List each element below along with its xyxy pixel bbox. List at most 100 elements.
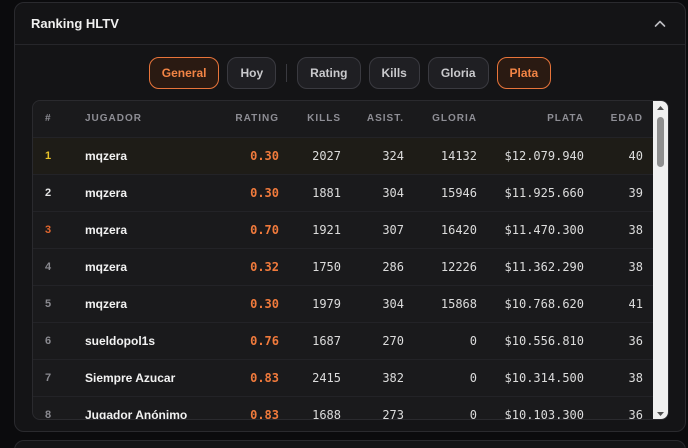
table-row[interactable]: 7 Siempre Azucar 0.83 2415 382 0 $10.314… (33, 359, 655, 396)
row-age: 38 (628, 223, 643, 237)
row-glory: 12226 (440, 260, 477, 274)
row-player[interactable]: Jugador Anónimo (85, 397, 225, 419)
row-rank: 3 (45, 224, 52, 236)
filter-rating-button[interactable]: Rating (297, 57, 361, 89)
row-glory: 16420 (440, 223, 477, 237)
row-assists: 382 (382, 371, 404, 385)
row-rank: 7 (45, 372, 52, 384)
row-glory: 15946 (440, 186, 477, 200)
ranking-panel: Ranking HLTV General Hoy Rating Kills Gl… (14, 2, 686, 432)
filter-plata-button[interactable]: Plata (496, 57, 552, 89)
header-kills[interactable]: KILLS (307, 101, 341, 137)
filter-gloria-button[interactable]: Gloria (427, 57, 489, 89)
row-kills: 1881 (312, 186, 341, 200)
triangle-up-icon (657, 106, 664, 110)
filter-bar: General Hoy Rating Kills Gloria Plata (15, 57, 685, 89)
table-row[interactable]: 3 mqzera 0.70 1921 307 16420 $11.470.300… (33, 211, 655, 248)
row-assists: 307 (382, 223, 404, 237)
table-header: # JUGADOR RATING KILLS ASIST. GLORIA PLA… (33, 101, 655, 137)
row-player[interactable]: sueldopol1s (85, 323, 225, 360)
triangle-down-icon (657, 412, 664, 416)
row-glory: 15868 (440, 297, 477, 311)
row-glory: 0 (469, 408, 477, 420)
row-glory: 14132 (440, 149, 477, 163)
scroll-thumb[interactable] (657, 117, 664, 167)
row-money: $10.103.300 (504, 408, 584, 420)
row-rank: 4 (45, 261, 52, 273)
row-assists: 304 (382, 297, 404, 311)
header-rating[interactable]: RATING (235, 101, 279, 137)
filter-divider (286, 64, 288, 82)
row-rating: 0.76 (250, 334, 279, 348)
row-age: 36 (628, 334, 643, 348)
table-row[interactable]: 2 mqzera 0.30 1881 304 15946 $11.925.660… (33, 174, 655, 211)
collapse-button[interactable] (651, 15, 669, 33)
row-rank: 1 (45, 150, 52, 162)
row-rating: 0.30 (250, 186, 279, 200)
header-money[interactable]: PLATA (547, 101, 584, 137)
row-rating: 0.70 (250, 223, 279, 237)
row-assists: 324 (382, 149, 404, 163)
row-age: 38 (628, 260, 643, 274)
row-player[interactable]: Siempre Azucar (85, 360, 225, 397)
row-assists: 304 (382, 186, 404, 200)
table-row[interactable]: 1 mqzera 0.30 2027 324 14132 $12.079.940… (33, 137, 655, 174)
row-kills: 1687 (312, 334, 341, 348)
header-player[interactable]: JUGADOR (85, 101, 225, 137)
table-row[interactable]: 6 sueldopol1s 0.76 1687 270 0 $10.556.81… (33, 322, 655, 359)
row-player[interactable]: mqzera (85, 175, 225, 212)
row-rating: 0.32 (250, 260, 279, 274)
row-player[interactable]: mqzera (85, 138, 225, 175)
table-scrollbar[interactable] (653, 101, 668, 419)
chevron-up-icon (654, 20, 666, 27)
next-panel (14, 440, 686, 448)
row-money: $12.079.940 (504, 149, 584, 163)
filter-kills-button[interactable]: Kills (368, 57, 420, 89)
panel-title: Ranking HLTV (31, 16, 119, 31)
row-glory: 0 (469, 334, 477, 348)
row-glory: 0 (469, 371, 477, 385)
table-row[interactable]: 5 mqzera 0.30 1979 304 15868 $10.768.620… (33, 285, 655, 322)
scroll-up-button[interactable] (653, 101, 668, 115)
row-money: $11.925.660 (504, 186, 584, 200)
ranking-table: # JUGADOR RATING KILLS ASIST. GLORIA PLA… (32, 100, 669, 420)
table-body: 1 mqzera 0.30 2027 324 14132 $12.079.940… (33, 137, 655, 420)
row-rank: 5 (45, 298, 52, 310)
header-assists[interactable]: ASIST. (367, 101, 404, 137)
row-age: 40 (628, 149, 643, 163)
row-kills: 1979 (312, 297, 341, 311)
header-age[interactable]: EDAD (611, 101, 643, 137)
scroll-down-button[interactable] (653, 407, 668, 419)
filter-general-button[interactable]: General (148, 57, 220, 89)
row-rating: 0.83 (250, 408, 279, 420)
table-row[interactable]: 4 mqzera 0.32 1750 286 12226 $11.362.290… (33, 248, 655, 285)
row-rating: 0.83 (250, 371, 279, 385)
row-player[interactable]: mqzera (85, 212, 225, 249)
row-kills: 2027 (312, 149, 341, 163)
row-kills: 1750 (312, 260, 341, 274)
row-kills: 1688 (312, 408, 341, 420)
row-money: $11.470.300 (504, 223, 584, 237)
row-rating: 0.30 (250, 297, 279, 311)
row-assists: 286 (382, 260, 404, 274)
table-row[interactable]: 8 Jugador Anónimo 0.83 1688 273 0 $10.10… (33, 396, 655, 420)
row-money: $10.768.620 (504, 297, 584, 311)
panel-header: Ranking HLTV (15, 3, 685, 45)
row-assists: 270 (382, 334, 404, 348)
row-money: $10.314.500 (504, 371, 584, 385)
row-rank: 6 (45, 335, 52, 347)
row-money: $11.362.290 (504, 260, 584, 274)
row-rank: 8 (45, 409, 52, 420)
header-glory[interactable]: GLORIA (432, 101, 477, 137)
row-age: 36 (628, 408, 643, 420)
row-money: $10.556.810 (504, 334, 584, 348)
row-rank: 2 (45, 187, 52, 199)
row-age: 41 (628, 297, 643, 311)
row-age: 39 (628, 186, 643, 200)
row-player[interactable]: mqzera (85, 286, 225, 323)
filter-hoy-button[interactable]: Hoy (227, 57, 277, 89)
row-assists: 273 (382, 408, 404, 420)
row-player[interactable]: mqzera (85, 249, 225, 286)
header-rank[interactable]: # (45, 101, 65, 137)
row-age: 38 (628, 371, 643, 385)
